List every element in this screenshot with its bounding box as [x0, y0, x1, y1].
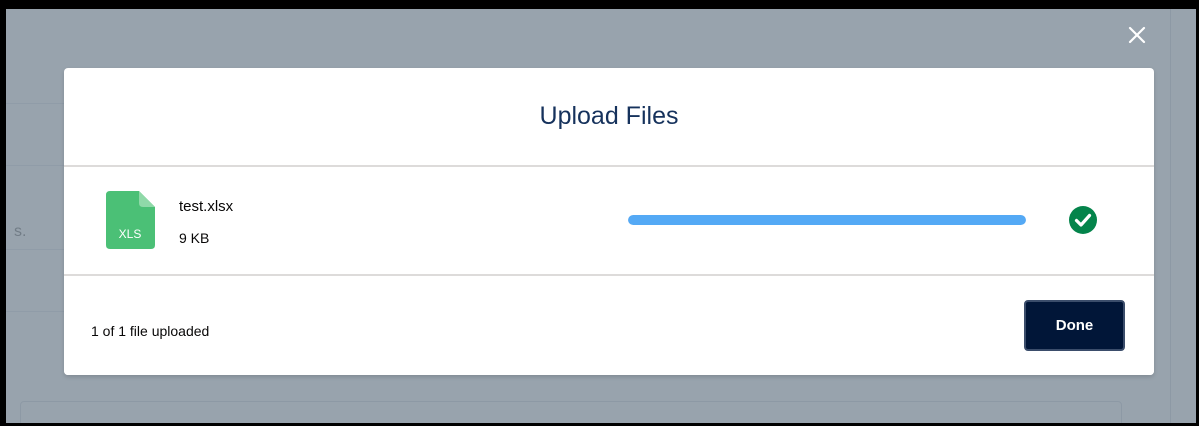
xls-file-icon: XLS	[106, 191, 155, 249]
upload-progress-fill	[628, 215, 1026, 225]
file-row: XLS test.xlsx 9 KB	[64, 167, 1154, 276]
upload-files-modal: Upload Files XLS test.xlsx 9 KB 1 of 1 f…	[64, 68, 1154, 375]
upload-progress-bar	[628, 215, 1026, 225]
upload-status-text: 1 of 1 file uploaded	[91, 323, 210, 339]
xls-file-icon-label: XLS	[119, 227, 142, 241]
file-size: 9 KB	[179, 230, 210, 246]
modal-footer: 1 of 1 file uploaded Done	[64, 276, 1154, 375]
done-button[interactable]: Done	[1024, 300, 1125, 351]
close-icon[interactable]	[1124, 22, 1150, 48]
screen: s. Upload Files XLS test.xlsx 9 KB	[0, 0, 1199, 426]
success-check-icon	[1068, 205, 1098, 235]
file-name: test.xlsx	[179, 198, 234, 215]
modal-title: Upload Files	[539, 102, 679, 130]
modal-header: Upload Files	[64, 68, 1154, 167]
